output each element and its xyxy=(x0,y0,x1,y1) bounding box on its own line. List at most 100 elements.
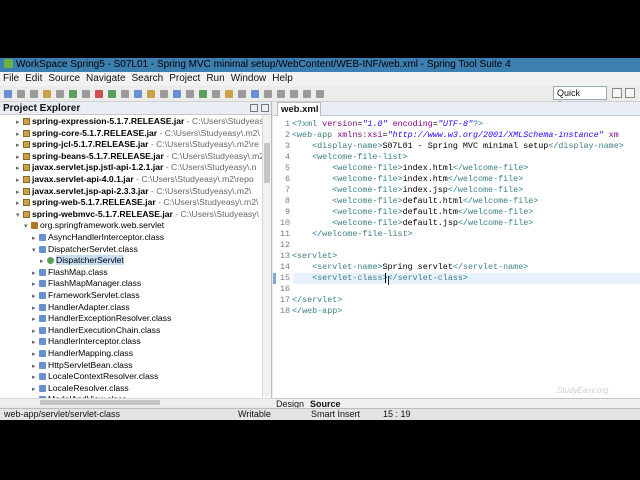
tree-item[interactable]: ▾ DispatcherServlet.class xyxy=(32,244,138,256)
maximize-icon[interactable] xyxy=(261,104,269,112)
toolbar-icon[interactable] xyxy=(225,90,233,98)
spring-perspective-icon[interactable] xyxy=(625,88,635,98)
perspective-icon[interactable] xyxy=(612,88,622,98)
toolbar-icon[interactable] xyxy=(173,90,181,98)
text-cursor xyxy=(385,273,386,283)
menu-item-edit[interactable]: Edit xyxy=(25,73,42,84)
menu-item-search[interactable]: Search xyxy=(132,73,164,84)
code-line[interactable]: 18 </web-app> xyxy=(273,306,342,317)
code-line[interactable]: 11 </welcome-file-list> xyxy=(273,229,413,240)
menu-item-project[interactable]: Project xyxy=(169,73,200,84)
tree-item[interactable]: ▸ HandlerExecutionChain.class xyxy=(32,325,160,337)
toolbar-icon[interactable] xyxy=(43,90,51,98)
tree-vertical-scrollbar[interactable] xyxy=(262,115,271,397)
menu-item-navigate[interactable]: Navigate xyxy=(86,73,125,84)
class-file-icon xyxy=(39,350,46,357)
code-line[interactable]: 9 <welcome-file>default.htm</welcome-fil… xyxy=(273,207,533,218)
code-line[interactable]: 4 <welcome-file-list> xyxy=(273,152,408,163)
toolbar-icon[interactable] xyxy=(303,90,311,98)
toolbar-icon[interactable] xyxy=(56,90,64,98)
toolbar-icon[interactable] xyxy=(30,90,38,98)
class-file-icon xyxy=(39,292,46,299)
collapse-arrow-icon[interactable]: ▾ xyxy=(16,210,23,222)
code-line[interactable]: 16 xyxy=(273,284,292,295)
editor-tab-web-xml[interactable]: web.xml xyxy=(277,102,321,116)
tree-item[interactable]: ▸ spring-expression-5.1.7.RELEASE.jar - C… xyxy=(16,116,264,128)
tree-item[interactable]: ▸ FlashMap.class xyxy=(32,267,108,279)
tree-item[interactable]: ▸ javax.servlet.jsp.jstl-api-1.2.1.jar - … xyxy=(16,162,257,174)
tree-item[interactable]: ▸ spring-core-5.1.7.RELEASE.jar - C:\User… xyxy=(16,128,260,140)
menu-item-window[interactable]: Window xyxy=(231,73,267,84)
tree-item[interactable]: ▸ javax.servlet-api-4.0.1.jar - C:\Users\… xyxy=(16,174,254,186)
project-explorer-panel: Project Explorer ▸ spring-expression-5.1.… xyxy=(0,102,272,398)
quick-access-field[interactable]: Quick Access xyxy=(553,86,607,110)
code-line[interactable]: 6 <welcome-file>index.htm</welcome-file> xyxy=(273,174,523,185)
toolbar-icon[interactable] xyxy=(95,90,103,98)
toolbar-icon[interactable] xyxy=(4,90,12,98)
toolbar-icon[interactable] xyxy=(82,90,90,98)
tree-item[interactable]: ▸ LocaleResolver.class xyxy=(32,383,129,395)
tree-item-label: spring-web-5.1.7.RELEASE.jar xyxy=(32,197,156,208)
tree-item[interactable]: ▸ HandlerAdapter.class xyxy=(32,302,130,314)
menu-item-help[interactable]: Help xyxy=(272,73,293,84)
tree-item[interactable]: ▸ DispatcherServlet xyxy=(40,255,124,267)
jar-icon xyxy=(23,199,30,207)
toolbar-icon[interactable] xyxy=(199,90,207,98)
tree-item[interactable]: ▸ javax.servlet.jsp-api-2.3.3.jar - C:\Us… xyxy=(16,186,251,198)
tree-item-label: HandlerAdapter.class xyxy=(48,301,130,312)
toolbar-icon[interactable] xyxy=(186,90,194,98)
toolbar-icon[interactable] xyxy=(108,90,116,98)
tree-item[interactable]: ▸ spring-beans-5.1.7.RELEASE.jar - C:\Use… xyxy=(16,151,267,163)
toolbar-icon[interactable] xyxy=(251,90,259,98)
toolbar-icon[interactable] xyxy=(290,90,298,98)
toolbar-icon[interactable] xyxy=(121,90,129,98)
code-line[interactable]: 14 <servlet-name>Spring servlet</servlet… xyxy=(273,262,528,273)
code-line[interactable]: 12 xyxy=(273,240,292,251)
tree-item[interactable]: ▸ spring-jcl-5.1.7.RELEASE.jar - C:\Users… xyxy=(16,139,259,151)
code-line[interactable]: 8 <welcome-file>default.html</welcome-fi… xyxy=(273,196,538,207)
toolbar-icon[interactable] xyxy=(316,90,324,98)
toolbar-icon[interactable] xyxy=(212,90,220,98)
toolbar-icon[interactable] xyxy=(134,90,142,98)
tree-item[interactable]: ▸ HandlerMapping.class xyxy=(32,348,133,360)
toolbar-icon[interactable] xyxy=(238,90,246,98)
tree-item[interactable]: ▸ FlashMapManager.class xyxy=(32,278,141,290)
collapse-arrow-icon[interactable]: ▾ xyxy=(32,245,39,257)
toolbar-icon[interactable] xyxy=(264,90,272,98)
code-line[interactable]: 17 </servlet> xyxy=(273,295,342,306)
tree-item[interactable]: ▸ spring-web-5.1.7.RELEASE.jar - C:\Users… xyxy=(16,197,258,209)
code-line[interactable]: 1 <?xml version="1.0" encoding="UTF-8"?> xyxy=(273,119,483,130)
tree-item[interactable]: ▸ HandlerInterceptor.class xyxy=(32,336,141,348)
toolbar-icon[interactable] xyxy=(17,90,25,98)
tree-item[interactable]: ▸ FrameworkServlet.class xyxy=(32,290,140,302)
code-line[interactable]: 13 <servlet> xyxy=(273,251,337,262)
tree-item[interactable]: ▾ org.springframework.web.servlet xyxy=(24,220,164,232)
status-cursor-position: 15 : 19 xyxy=(383,409,411,419)
collapse-arrow-icon[interactable]: ▾ xyxy=(24,221,31,233)
code-line[interactable]: 5 <welcome-file>index.html</welcome-file… xyxy=(273,163,528,174)
tree-item[interactable]: ▾ spring-webmvc-5.1.7.RELEASE.jar - C:\Us… xyxy=(16,209,259,221)
line-number: 3 xyxy=(284,141,290,151)
code-line[interactable]: 2 <web-app xmlns:xsi="http://www.w3.org/2… xyxy=(273,130,619,141)
toolbar-icon[interactable] xyxy=(147,90,155,98)
tree-item[interactable]: ▸ HttpServletBean.class xyxy=(32,360,133,372)
toolbar-icon[interactable] xyxy=(160,90,168,98)
minimize-icon[interactable] xyxy=(250,104,258,112)
toolbar-icon[interactable] xyxy=(277,90,285,98)
code-line[interactable]: 10 <welcome-file>default.jsp</welcome-fi… xyxy=(273,218,533,229)
code-area[interactable]: 1 <?xml version="1.0" encoding="UTF-8"?> 2… xyxy=(273,117,640,398)
toolbar-icon[interactable] xyxy=(69,90,77,98)
tree-item[interactable]: ▸ LocaleContextResolver.class xyxy=(32,371,158,383)
tree-horizontal-scrollbar[interactable] xyxy=(0,398,272,406)
code-line[interactable]: 3 <display-name>S07L01 - Spring MVC mini… xyxy=(273,141,624,152)
xml-editor[interactable]: web.xml 1 <?xml version="1.0" encoding="U… xyxy=(273,102,640,398)
menu-item-file[interactable]: File xyxy=(3,73,19,84)
code-line[interactable]: 7 <welcome-file>index.jsp</welcome-file> xyxy=(273,185,523,196)
tree-item[interactable]: ▸ AsyncHandlerInterceptor.class xyxy=(32,232,164,244)
tree-item[interactable]: ▸ HandlerExceptionResolver.class xyxy=(32,313,171,325)
menu-item-run[interactable]: Run xyxy=(206,73,224,84)
main-toolbar xyxy=(0,86,640,102)
menu-item-source[interactable]: Source xyxy=(48,73,80,84)
code-line[interactable]: 15 <servlet-class></servlet-class> xyxy=(273,273,468,284)
jar-icon xyxy=(23,118,30,125)
